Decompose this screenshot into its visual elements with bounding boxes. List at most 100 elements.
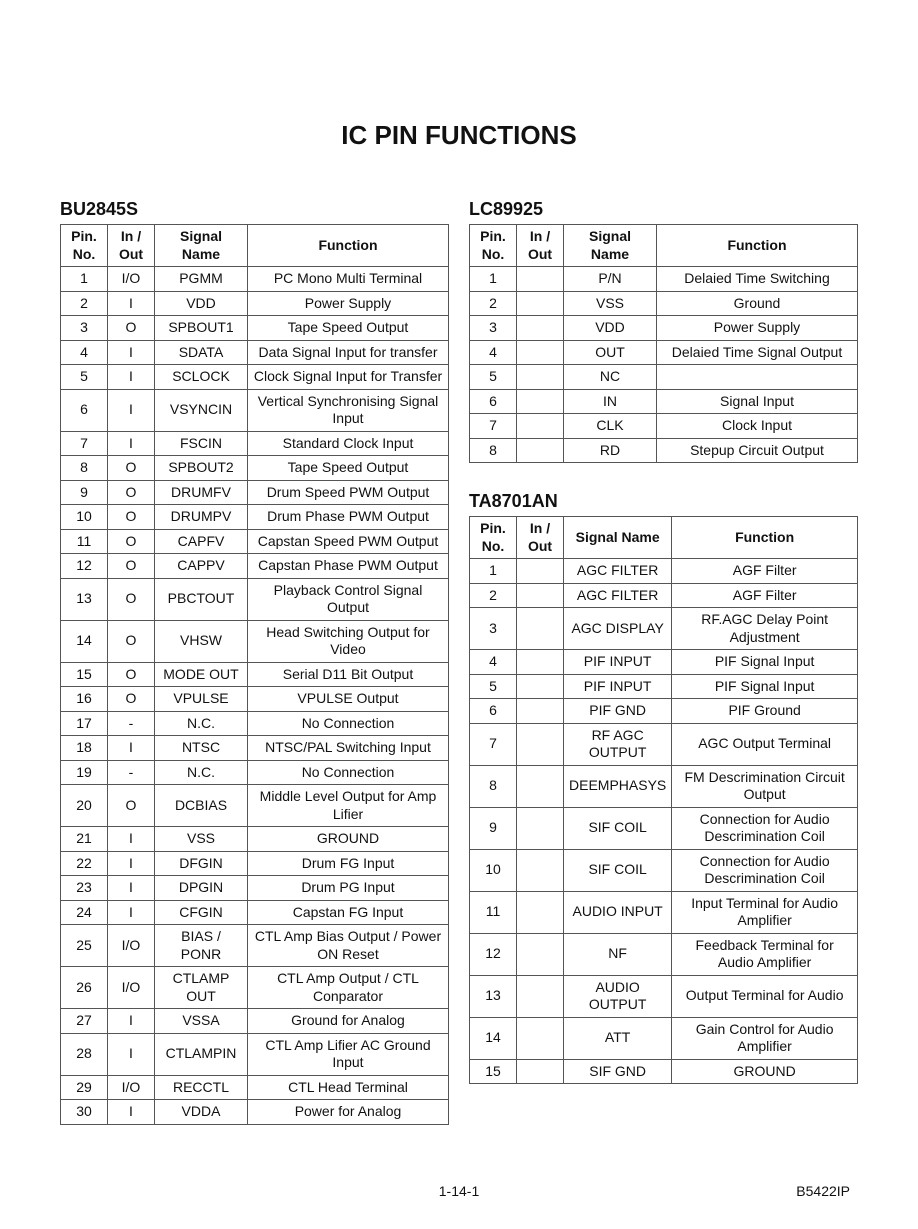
cell-io [517, 340, 564, 365]
cell-pin: 25 [61, 925, 108, 967]
table-row: 30IVDDAPower for Analog [61, 1100, 449, 1125]
table-row: 9SIF COILConnection for Audio Descrimina… [470, 807, 858, 849]
table-row: 11OCAPFVCapstan Speed PWM Output [61, 529, 449, 554]
cell-func: CTL Amp Output / CTL Conparator [248, 967, 449, 1009]
cell-io: I/O [108, 267, 155, 292]
cell-pin: 3 [470, 608, 517, 650]
cell-io [517, 933, 564, 975]
table-body: 1AGC FILTERAGF Filter2AGC FILTERAGF Filt… [470, 559, 858, 1084]
right-column: LC89925 Pin. No. In / Out Signal Name Fu… [469, 191, 858, 1112]
cell-signal: CAPFV [155, 529, 248, 554]
cell-io: I [108, 851, 155, 876]
cell-io: - [108, 760, 155, 785]
table-row: 9ODRUMFVDrum Speed PWM Output [61, 480, 449, 505]
cell-signal: DEEMPHASYS [564, 765, 672, 807]
cell-io: I [108, 365, 155, 390]
cell-signal: DRUMFV [155, 480, 248, 505]
table-row: 8RDStepup Circuit Output [470, 438, 858, 463]
table-row: 4PIF INPUTPIF Signal Input [470, 650, 858, 675]
cell-func: CTL Head Terminal [248, 1075, 449, 1100]
cell-signal: SIF COIL [564, 807, 672, 849]
cell-pin: 30 [61, 1100, 108, 1125]
cell-signal: DCBIAS [155, 785, 248, 827]
header-pin: Pin. No. [470, 225, 517, 267]
cell-func: AGC Output Terminal [672, 723, 858, 765]
cell-signal: SIF GND [564, 1059, 672, 1084]
left-column: BU2845S Pin. No. In / Out Signal Name Fu… [60, 191, 449, 1153]
cell-signal: DPGIN [155, 876, 248, 901]
cell-io: O [108, 316, 155, 341]
cell-io: O [108, 785, 155, 827]
page-title: IC PIN FUNCTIONS [60, 120, 858, 151]
cell-io: O [108, 529, 155, 554]
cell-io: I [108, 736, 155, 761]
table-row: 2AGC FILTERAGF Filter [470, 583, 858, 608]
cell-func: Power Supply [657, 316, 858, 341]
cell-io: O [108, 456, 155, 481]
cell-func: Connection for Audio Descrimination Coil [672, 849, 858, 891]
cell-io: - [108, 711, 155, 736]
cell-io: I [108, 827, 155, 852]
cell-func: Ground [657, 291, 858, 316]
cell-func: PIF Signal Input [672, 674, 858, 699]
cell-io [517, 389, 564, 414]
header-func: Function [248, 225, 449, 267]
cell-signal: VDD [564, 316, 657, 341]
cell-signal: RF AGC OUTPUT [564, 723, 672, 765]
cell-func: PIF Signal Input [672, 650, 858, 675]
header-io: In / Out [108, 225, 155, 267]
cell-io: O [108, 554, 155, 579]
cell-signal: NTSC [155, 736, 248, 761]
cell-io: O [108, 578, 155, 620]
header-io: In / Out [517, 517, 564, 559]
table-row: 7CLKClock Input [470, 414, 858, 439]
cell-signal: AGC FILTER [564, 559, 672, 584]
cell-signal: P/N [564, 267, 657, 292]
table-row: 15OMODE OUTSerial D11 Bit Output [61, 662, 449, 687]
table-row: 10ODRUMPVDrum Phase PWM Output [61, 505, 449, 530]
table-row: 6INSignal Input [470, 389, 858, 414]
cell-io [517, 267, 564, 292]
table-row: 17-N.C.No Connection [61, 711, 449, 736]
cell-io: O [108, 620, 155, 662]
cell-io [517, 849, 564, 891]
cell-signal: DFGIN [155, 851, 248, 876]
table-row: 1P/NDelaied Time Switching [470, 267, 858, 292]
table-row: 3 AGC DISPLAYRF.AGC Delay Point Adjustmen… [470, 608, 858, 650]
cell-func: Delaied Time Signal Output [657, 340, 858, 365]
cell-pin: 10 [470, 849, 517, 891]
cell-func: Playback Control Signal Output [248, 578, 449, 620]
table-row: 3VDDPower Supply [470, 316, 858, 341]
cell-func: Drum Speed PWM Output [248, 480, 449, 505]
cell-signal: PIF INPUT [564, 650, 672, 675]
cell-func: Signal Input [657, 389, 858, 414]
cell-pin: 12 [61, 554, 108, 579]
cell-signal: VPULSE [155, 687, 248, 712]
cell-pin: 9 [61, 480, 108, 505]
cell-func: Drum FG Input [248, 851, 449, 876]
cell-signal: VSS [564, 291, 657, 316]
table-row: 14OVHSWHead Switching Output for Video [61, 620, 449, 662]
cell-signal: AGC FILTER [564, 583, 672, 608]
cell-io: I [108, 876, 155, 901]
cell-func: Input Terminal for Audio Amplifier [672, 891, 858, 933]
cell-io [517, 438, 564, 463]
cell-func: VPULSE Output [248, 687, 449, 712]
cell-func: Feedback Terminal for Audio Amplifier [672, 933, 858, 975]
cell-func: Stepup Circuit Output [657, 438, 858, 463]
table-header-row: Pin. No. In / Out Signal Name Function [470, 517, 858, 559]
footer-page-number: 1-14-1 [329, 1183, 590, 1199]
cell-func: RF.AGC Delay Point Adjustment [672, 608, 858, 650]
cell-signal: CTLAMPIN [155, 1033, 248, 1075]
cell-func: Clock Signal Input for Transfer [248, 365, 449, 390]
cell-signal: OUT [564, 340, 657, 365]
table-row: 7IFSCINStandard Clock Input [61, 431, 449, 456]
cell-signal: IN [564, 389, 657, 414]
cell-func: Output Terminal for Audio [672, 975, 858, 1017]
cell-signal: VSS [155, 827, 248, 852]
cell-func: PIF Ground [672, 699, 858, 724]
cell-io [517, 765, 564, 807]
table-ta8701an: Pin. No. In / Out Signal Name Function 1… [469, 516, 858, 1084]
cell-signal: AGC DISPLAY [564, 608, 672, 650]
cell-signal: PIF INPUT [564, 674, 672, 699]
